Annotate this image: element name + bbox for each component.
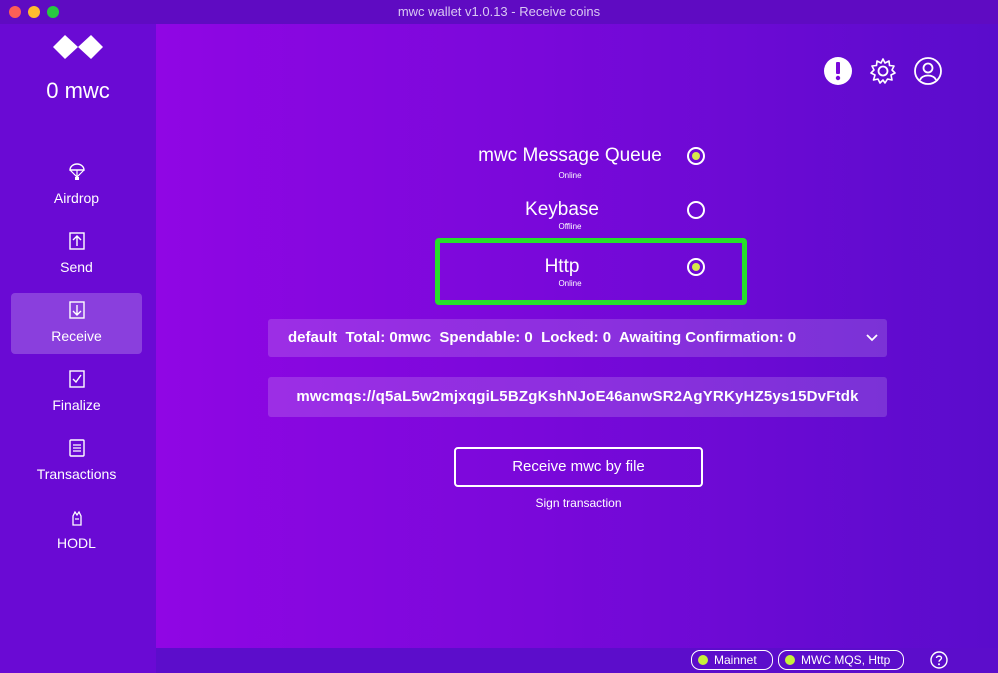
network-status-label: Mainnet bbox=[714, 653, 757, 667]
account-selected-value: default Total: 0mwc Spendable: 0 Locked:… bbox=[288, 329, 797, 346]
hand-icon bbox=[72, 510, 82, 526]
close-window-button[interactable] bbox=[9, 6, 21, 18]
sidebar-item-label: Send bbox=[60, 259, 93, 275]
channel-status: Online bbox=[558, 171, 582, 180]
status-bar: Mainnet MWC MQS, Http bbox=[156, 648, 998, 673]
sidebar-item-transactions[interactable]: Transactions bbox=[11, 431, 142, 492]
arrow-down-icon bbox=[69, 301, 85, 319]
arrow-up-icon bbox=[69, 232, 85, 250]
sidebar-item-send[interactable]: Send bbox=[11, 224, 142, 285]
document-list-icon bbox=[69, 439, 85, 457]
channel-status: Online bbox=[558, 279, 582, 288]
channel-name: Http bbox=[544, 256, 580, 277]
status-dot-icon bbox=[785, 655, 795, 665]
radio-selected-dot bbox=[692, 152, 700, 160]
sidebar-item-finalize[interactable]: Finalize bbox=[11, 362, 142, 423]
notification-icon[interactable] bbox=[823, 56, 853, 86]
status-dot-icon bbox=[698, 655, 708, 665]
sidebar-item-label: Airdrop bbox=[53, 190, 100, 206]
channel-keybase-radio[interactable] bbox=[687, 201, 705, 219]
receive-by-file-button[interactable]: Receive mwc by file bbox=[454, 447, 703, 487]
sidebar-item-label: Finalize bbox=[52, 397, 101, 413]
chevron-down-icon bbox=[866, 334, 878, 342]
minimize-window-button[interactable] bbox=[28, 6, 40, 18]
sidebar-item-label: Transactions bbox=[36, 466, 117, 482]
sidebar-item-label: HODL bbox=[57, 535, 96, 551]
wallet-balance: 0 mwc bbox=[46, 78, 110, 103]
zoom-window-button[interactable] bbox=[47, 6, 59, 18]
window-title: mwc wallet v1.0.13 - Receive coins bbox=[397, 4, 601, 19]
sidebar: 0 mwc Airdrop Send Receive Finalize Tran… bbox=[0, 24, 156, 673]
account-icon[interactable] bbox=[913, 56, 943, 86]
sidebar-item-label: Receive bbox=[51, 328, 102, 344]
channel-name: Keybase bbox=[525, 199, 599, 220]
network-status-pill[interactable]: Mainnet bbox=[691, 650, 773, 670]
sidebar-item-receive[interactable]: Receive bbox=[11, 293, 142, 354]
channel-status: Offline bbox=[558, 222, 582, 231]
receive-address-field[interactable]: mwcmqs://q5aL5w2mjxqgiL5BZgKshNJoE46anwS… bbox=[268, 377, 887, 417]
sign-transaction-link[interactable]: Sign transaction bbox=[454, 496, 703, 510]
channel-name: mwc Message Queue bbox=[478, 145, 662, 166]
sidebar-item-airdrop[interactable]: Airdrop bbox=[11, 155, 142, 216]
channel-http-radio[interactable] bbox=[687, 258, 705, 276]
title-bar: mwc wallet v1.0.13 - Receive coins bbox=[0, 0, 998, 24]
listener-status-label: MWC MQS, Http bbox=[801, 653, 891, 667]
sidebar-item-hodl[interactable]: HODL bbox=[11, 500, 142, 561]
help-icon[interactable] bbox=[930, 651, 948, 669]
receive-panel: mwc Message Queue Online Keybase Offline… bbox=[156, 24, 998, 648]
app-window: mwc wallet v1.0.13 - Receive coins 0 mwc… bbox=[0, 0, 998, 673]
listener-status-pill[interactable]: MWC MQS, Http bbox=[778, 650, 904, 670]
checkbox-icon bbox=[69, 370, 85, 388]
channel-mwcmq-radio[interactable] bbox=[687, 147, 705, 165]
radio-selected-dot bbox=[692, 263, 700, 271]
mwc-logo-icon bbox=[53, 35, 103, 59]
parachute-icon bbox=[69, 163, 85, 180]
gear-icon[interactable] bbox=[868, 56, 898, 86]
account-dropdown[interactable]: default Total: 0mwc Spendable: 0 Locked:… bbox=[268, 319, 887, 357]
